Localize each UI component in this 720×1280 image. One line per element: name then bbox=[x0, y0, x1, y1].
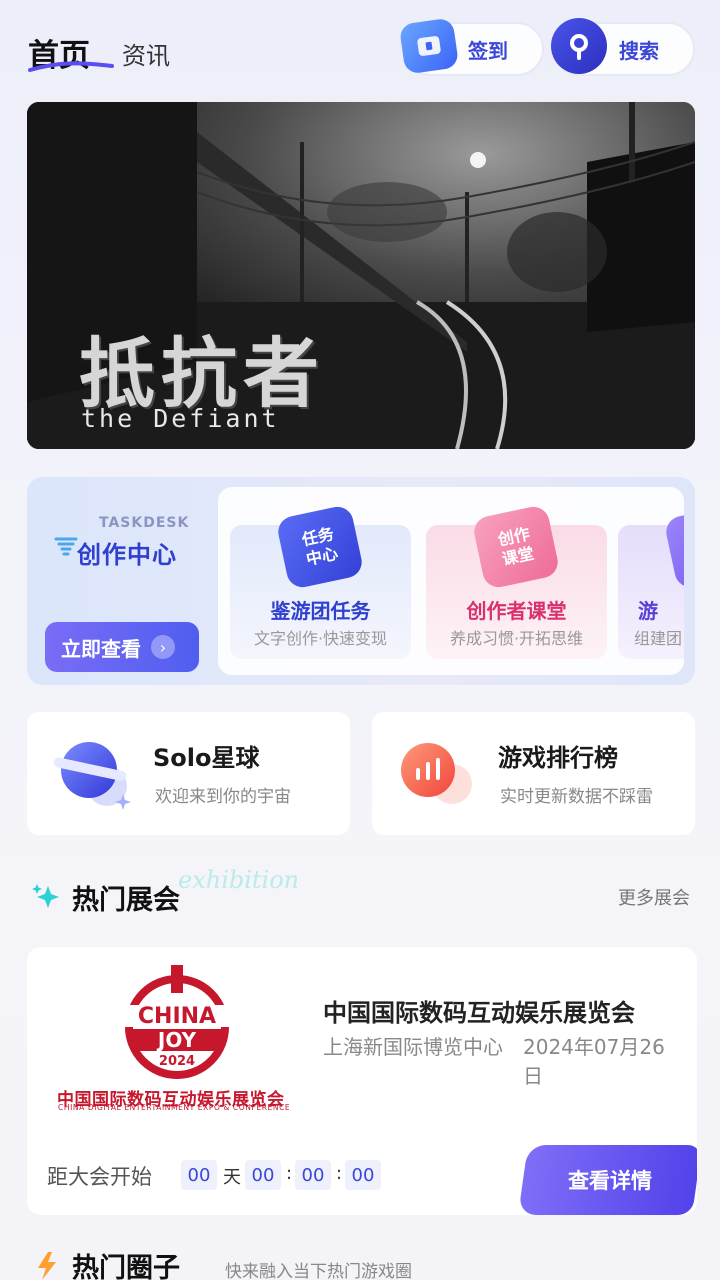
countdown-seconds: 00 bbox=[345, 1160, 381, 1190]
creator-center-label-en: TASKDESK bbox=[99, 515, 190, 531]
more-expo-link[interactable]: 更多展会 bbox=[618, 884, 690, 910]
creator-card-partial[interactable]: 游 组建团 bbox=[618, 503, 684, 659]
sparkle-icon bbox=[32, 884, 59, 908]
expo-title: 中国国际数码互动娱乐展览会 bbox=[323, 999, 635, 1027]
hot-expo-title: 热门展会 bbox=[72, 885, 180, 916]
creator-card-desc: 文字创作·快速变现 bbox=[253, 629, 388, 648]
planet-icon bbox=[53, 742, 131, 810]
solo-planet-title: Solo星球 bbox=[153, 744, 260, 772]
countdown-separator: : bbox=[336, 1163, 343, 1184]
countdown-hours: 00 bbox=[245, 1160, 281, 1190]
game-banner[interactable]: 抵抗者 the Defiant bbox=[27, 102, 695, 449]
top-header: 首页 资讯 签到 搜索 bbox=[0, 0, 720, 100]
tornado-icon bbox=[54, 537, 78, 556]
signin-label: 签到 bbox=[468, 38, 508, 63]
search-icon bbox=[551, 18, 607, 74]
countdown-minutes: 00 bbox=[295, 1160, 331, 1190]
view-details-label: 查看详情 bbox=[568, 1169, 652, 1193]
svg-text:2024: 2024 bbox=[159, 1054, 195, 1069]
ranking-chart-icon bbox=[401, 743, 472, 804]
countdown-days: 00 bbox=[181, 1160, 217, 1190]
creator-card-title: 游 bbox=[638, 599, 658, 623]
game-ranking-subtitle: 实时更新数据不踩雷 bbox=[500, 787, 653, 807]
search-label: 搜索 bbox=[619, 38, 659, 63]
creator-card-tasks[interactable]: 任务 中心 鉴游团任务 文字创作·快速变现 bbox=[230, 503, 411, 659]
chevron-right-icon: › bbox=[151, 635, 175, 659]
creator-cards-scroller[interactable]: 任务 中心 鉴游团任务 文字创作·快速变现 创作 课堂 创作者课堂 养成习惯·开… bbox=[218, 487, 684, 675]
hot-circles-subtitle: 快来融入当下热门游戏圈 bbox=[225, 1262, 412, 1280]
banner-subtitle: the Defiant bbox=[81, 404, 280, 433]
game-ranking-title: 游戏排行榜 bbox=[498, 744, 618, 772]
creator-card-desc: 养成习惯·开拓思维 bbox=[449, 629, 584, 648]
expo-venue: 上海新国际博览中心 bbox=[323, 1035, 503, 1059]
section-watermark: exhibition bbox=[178, 866, 300, 894]
expo-card[interactable]: CHINA JOY 2024 中国国际数码互动娱乐展览会 CHINA DIGIT… bbox=[27, 947, 697, 1215]
expo-date: 2024年07月26日 bbox=[523, 1035, 665, 1088]
team-badge-icon bbox=[663, 503, 684, 591]
creator-card-desc: 组建团 bbox=[634, 629, 683, 648]
task-center-badge-icon: 任务 中心 bbox=[275, 503, 365, 591]
creator-card-class[interactable]: 创作 课堂 创作者课堂 养成习惯·开拓思维 bbox=[426, 503, 607, 659]
signin-button[interactable]: 签到 bbox=[398, 17, 544, 76]
countdown-label: 距大会开始 bbox=[47, 1165, 152, 1189]
countdown-day-unit: 天 bbox=[223, 1167, 241, 1188]
countdown-separator: : bbox=[286, 1163, 293, 1184]
tab-news[interactable]: 资讯 bbox=[122, 36, 170, 71]
svg-text:CHINA: CHINA bbox=[138, 1004, 216, 1029]
hot-circles-title: 热门圈子 bbox=[72, 1253, 180, 1280]
creator-center-title: 创作中心 bbox=[77, 541, 177, 569]
expo-logo-en: CHINA DIGITAL ENTERTAINMENT EXPO & CONFE… bbox=[58, 1103, 291, 1112]
creator-class-badge-icon: 创作 课堂 bbox=[471, 503, 561, 591]
active-tab-underline bbox=[28, 61, 114, 72]
creator-center: TASKDESK 创作中心 立即查看 › 任务 中心 鉴游团任务 文字创作·快速… bbox=[27, 477, 695, 685]
view-now-label: 立即查看 bbox=[61, 636, 141, 661]
lightning-icon bbox=[38, 1252, 56, 1280]
view-details-button[interactable]: 查看详情 bbox=[518, 1145, 697, 1215]
game-ranking-card[interactable]: 游戏排行榜 实时更新数据不踩雷 bbox=[372, 712, 695, 835]
creator-card-title: 创作者课堂 bbox=[466, 599, 567, 623]
svg-text:JOY: JOY bbox=[156, 1028, 197, 1052]
solo-planet-card[interactable]: Solo星球 欢迎来到你的宇宙 bbox=[27, 712, 350, 835]
view-now-button[interactable]: 立即查看 › bbox=[45, 622, 199, 672]
search-button[interactable]: 搜索 bbox=[551, 18, 695, 76]
solo-planet-subtitle: 欢迎来到你的宇宙 bbox=[155, 787, 291, 807]
calendar-icon bbox=[398, 17, 460, 75]
creator-card-title: 鉴游团任务 bbox=[270, 599, 371, 623]
